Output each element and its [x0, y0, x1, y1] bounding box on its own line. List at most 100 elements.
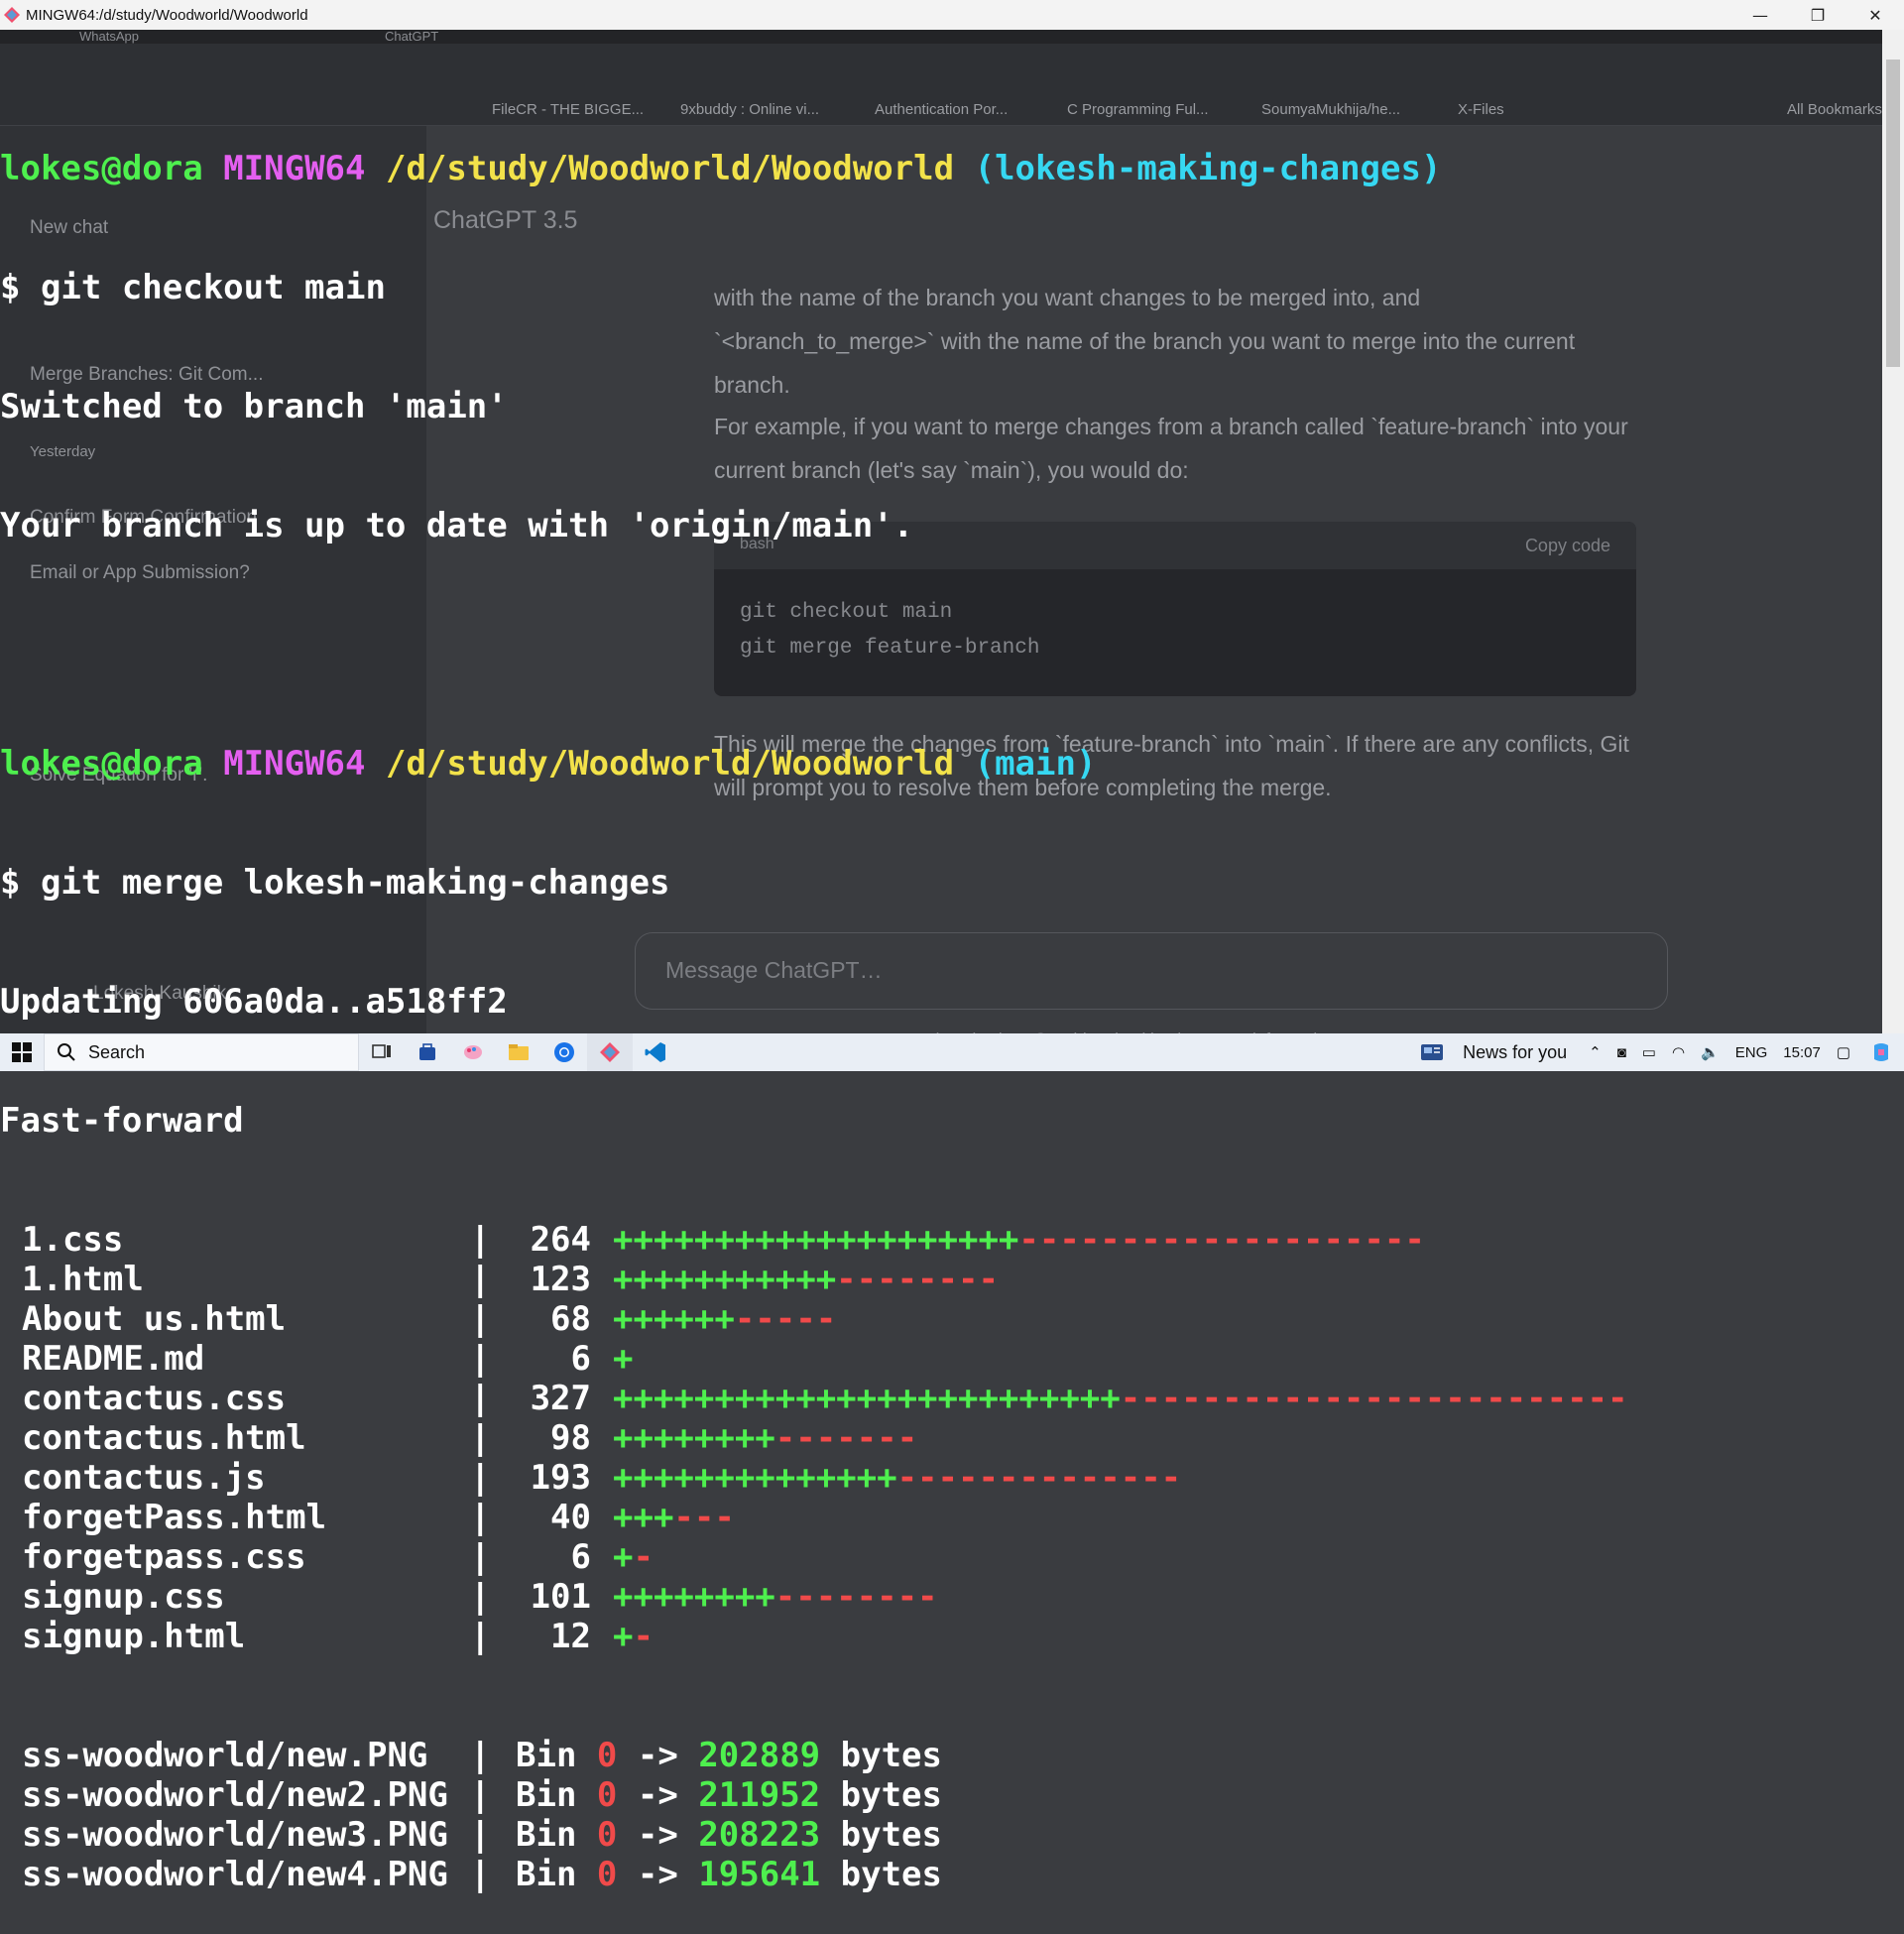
diffstat-count: 98: [550, 1418, 591, 1458]
window-scrollbar[interactable]: [1882, 30, 1904, 1033]
diffstat-row: contactus.css | 327 +++++++++++++++++++++++…: [0, 1379, 1882, 1418]
battery-icon[interactable]: ▭: [1642, 1043, 1656, 1061]
binary-unit: bytes: [840, 1736, 942, 1775]
file-explorer-icon[interactable]: [496, 1033, 541, 1071]
binary-new-size: 202889: [698, 1736, 821, 1775]
diffstat-count: 123: [530, 1260, 591, 1299]
browser-tab-whatsapp[interactable]: WhatsApp: [79, 30, 139, 44]
search-icon: [58, 1043, 75, 1061]
prompt-user: lokes@dora: [0, 744, 203, 784]
diffstat-binary-row: ss-woodworld/new.PNG | Bin 0 -> 202889 byt…: [0, 1736, 1882, 1775]
terminal-command: $ git merge lokesh-making-changes: [0, 863, 670, 903]
diffstat-separator: |: [470, 1498, 491, 1537]
diffstat-separator: |: [470, 1339, 491, 1379]
diffstat-filename: forgetpass.css: [22, 1537, 306, 1577]
chevron-up-icon[interactable]: ⌃: [1589, 1043, 1602, 1061]
diffstat-row: 1.html | 123 +++++++++++--------: [0, 1260, 1882, 1299]
git-bash-taskbar-icon[interactable]: [587, 1033, 633, 1071]
microsoft-store-icon[interactable]: [405, 1033, 450, 1071]
diffstat-text-files: 1.css | 264 ++++++++++++++++++++-----------…: [0, 1220, 1882, 1656]
prompt-path: /d/study/Woodworld/Woodworld: [385, 744, 955, 784]
news-icon[interactable]: [1409, 1033, 1455, 1071]
diffstat-row: forgetPass.html | 40 +++---: [0, 1498, 1882, 1537]
diffstat-row: About us.html | 68 ++++++-----: [0, 1299, 1882, 1339]
chrome-icon[interactable]: [541, 1033, 587, 1071]
speaker-icon[interactable]: 🔈: [1701, 1043, 1720, 1061]
diffstat-row: signup.css | 101 ++++++++--------: [0, 1577, 1882, 1617]
binary-old-size: 0: [596, 1855, 618, 1894]
news-label[interactable]: News for you: [1463, 1042, 1567, 1063]
diffstat-filename: contactus.html: [22, 1418, 306, 1458]
binary-label: Bin: [516, 1815, 577, 1855]
diffstat-filename: forgetPass.html: [22, 1498, 327, 1537]
diffstat-row: forgetpass.css | 6 +-: [0, 1537, 1882, 1577]
diffstat-deletions: -------: [774, 1418, 918, 1458]
binary-label: Bin: [516, 1855, 577, 1894]
diffstat-insertions: +++: [613, 1498, 674, 1537]
diffstat-insertions: +: [613, 1339, 634, 1379]
diffstat-filename: 1.css: [22, 1220, 124, 1260]
binary-unit: bytes: [840, 1775, 942, 1815]
binary-new-size: 208223: [698, 1815, 821, 1855]
diffstat-insertions: ++++++++: [613, 1418, 775, 1458]
diffstat-deletions: -: [633, 1617, 654, 1656]
diffstat-row: contactus.html | 98 ++++++++-------: [0, 1418, 1882, 1458]
binary-unit: bytes: [840, 1815, 942, 1855]
diffstat-separator: |: [470, 1379, 491, 1418]
diffstat-filename: 1.html: [22, 1260, 144, 1299]
camera-icon[interactable]: ◙: [1617, 1044, 1626, 1061]
binary-label: Bin: [516, 1775, 577, 1815]
diffstat-separator: |: [470, 1855, 491, 1894]
diffstat-count: 12: [550, 1617, 591, 1656]
vscode-icon[interactable]: [633, 1033, 678, 1071]
search-label: Search: [88, 1041, 146, 1062]
task-view-icon[interactable]: [359, 1033, 405, 1071]
diffstat-binary-row: ss-woodworld/new3.PNG | Bin 0 -> 208223 by…: [0, 1815, 1882, 1855]
diffstat-deletions: -------------------------: [1120, 1379, 1628, 1418]
binary-arrow: ->: [637, 1775, 678, 1815]
notifications-icon[interactable]: ▢: [1837, 1043, 1850, 1061]
restore-button[interactable]: ❐: [1789, 0, 1846, 30]
language-indicator[interactable]: ENG: [1735, 1044, 1768, 1061]
diffstat-filename: signup.css: [22, 1577, 225, 1617]
diffstat-deletions: ---: [673, 1498, 735, 1537]
diffstat-filename: ss-woodworld/new2.PNG: [22, 1775, 448, 1815]
scrollbar-thumb[interactable]: [1886, 60, 1900, 367]
binary-old-size: 0: [596, 1815, 618, 1855]
diffstat-deletions: --------: [836, 1260, 999, 1299]
diffstat-separator: |: [470, 1617, 491, 1656]
prompt-host: MINGW64: [223, 149, 366, 188]
diffstat-insertions: +: [613, 1617, 634, 1656]
copilot-icon[interactable]: [1858, 1033, 1904, 1071]
diffstat-separator: |: [470, 1260, 491, 1299]
diffstat-filename: About us.html: [22, 1299, 287, 1339]
diffstat-insertions: ++++++: [613, 1299, 735, 1339]
diffstat-count: 40: [550, 1498, 591, 1537]
taskbar-search[interactable]: Search: [44, 1033, 359, 1071]
diffstat-insertions: +++++++++++: [613, 1260, 837, 1299]
window-titlebar: MINGW64:/d/study/Woodworld/Woodworld — ❐…: [0, 0, 1904, 30]
diffstat-filename: signup.html: [22, 1617, 246, 1656]
diffstat-binary-files: ss-woodworld/new.PNG | Bin 0 -> 202889 byt…: [0, 1736, 1882, 1894]
minimize-button[interactable]: —: [1731, 0, 1789, 30]
diffstat-separator: |: [470, 1736, 491, 1775]
diffstat-binary-row: ss-woodworld/new4.PNG | Bin 0 -> 195641 by…: [0, 1855, 1882, 1894]
diffstat-separator: |: [470, 1418, 491, 1458]
prompt-user: lokes@dora: [0, 149, 203, 188]
close-button[interactable]: ✕: [1846, 0, 1904, 30]
terminal-output-line: Switched to branch 'main': [0, 387, 508, 426]
wifi-icon[interactable]: ◠: [1672, 1043, 1685, 1061]
diffstat-separator: |: [470, 1299, 491, 1339]
binary-old-size: 0: [596, 1736, 618, 1775]
diffstat-count: 101: [530, 1577, 591, 1617]
paint-app-icon[interactable]: [450, 1033, 496, 1071]
clock[interactable]: 15:07: [1783, 1044, 1821, 1061]
start-button[interactable]: [0, 1033, 44, 1071]
terminal-prompt: lokes@dora MINGW64 /d/study/Woodworld/Wo…: [0, 744, 1882, 784]
diffstat-row: signup.html | 12 +-: [0, 1617, 1882, 1656]
diffstat-filename: ss-woodworld/new4.PNG: [22, 1855, 448, 1894]
browser-tab-chatgpt[interactable]: ChatGPT: [385, 30, 438, 44]
git-bash-icon: [4, 7, 20, 23]
diffstat-separator: |: [470, 1220, 491, 1260]
diffstat-row: 1.css | 264 ++++++++++++++++++++-----------…: [0, 1220, 1882, 1260]
